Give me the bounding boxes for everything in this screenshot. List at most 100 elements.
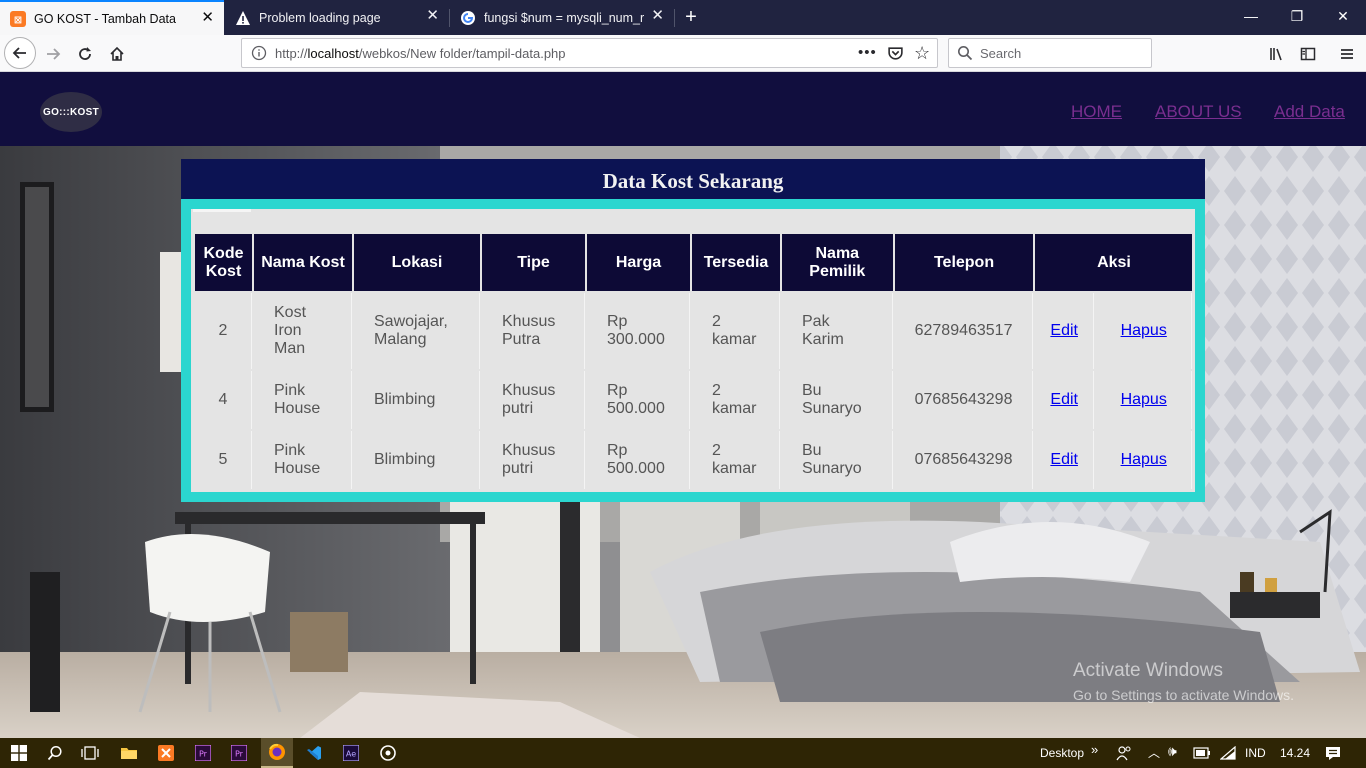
svg-text:⊠: ⊠ — [14, 15, 22, 26]
edit-link[interactable]: Edit — [1050, 391, 1078, 408]
forward-button[interactable] — [38, 39, 68, 69]
column-header-nama-pemilik: Nama Pemilik — [782, 234, 893, 291]
svg-text:Pr: Pr — [235, 750, 244, 759]
info-icon[interactable] — [251, 45, 267, 64]
library-icon — [1270, 48, 1282, 61]
back-button[interactable] — [4, 37, 36, 69]
chevron-up-icon[interactable]: ︿ — [1148, 744, 1160, 761]
column-header-nama-kost: Nama Kost — [254, 234, 352, 291]
search-icon[interactable] — [44, 743, 66, 763]
close-icon[interactable]: ✕ — [201, 10, 214, 26]
watermark-line-1: Activate Windows — [1073, 660, 1223, 681]
column-header-tersedia: Tersedia — [692, 234, 780, 291]
table-row: 4 Pink House Blimbing Khusus putri Rp 50… — [195, 371, 1193, 429]
windows-taskbar: Pr Pr Ae Desktop » ︿ 🕪 IND 14.24 — [0, 738, 1366, 768]
cell-tersedia: 2 kamar — [692, 431, 780, 489]
after-effects-icon[interactable]: Ae — [340, 743, 362, 763]
column-header-harga: Harga — [587, 234, 690, 291]
firefox-icon[interactable] — [261, 738, 293, 768]
site-header: GO:::KOST HOME ABOUT US Add Data — [0, 72, 1366, 146]
notification-center-icon[interactable] — [1322, 743, 1344, 763]
cell-tipe: Khusus Putra — [482, 293, 585, 369]
cell-hapus: Hapus — [1095, 293, 1193, 369]
edit-link[interactable]: Edit — [1050, 451, 1078, 468]
search-input[interactable]: Search — [980, 46, 1021, 61]
tab-title: fungsi $num = mysqli_num_ro — [484, 10, 644, 25]
table-row: 2 Kost Iron Man Sawojajar, Malang Khusus… — [195, 293, 1193, 369]
arrow-right-icon — [47, 48, 61, 60]
premiere-pro-icon[interactable]: Pr — [192, 743, 214, 763]
edit-link[interactable]: Edit — [1050, 322, 1078, 339]
svg-text:Pr: Pr — [199, 750, 208, 759]
web-page: GO:::KOST HOME ABOUT US Add Data Data Ko… — [0, 72, 1366, 738]
minimize-button[interactable]: — — [1228, 0, 1274, 32]
cell-nama-kost: Pink House — [254, 371, 352, 429]
clock[interactable]: 14.24 — [1280, 746, 1310, 760]
hapus-link[interactable]: Hapus — [1121, 322, 1167, 339]
sidebar-button[interactable] — [1293, 39, 1323, 69]
chevron-right-icon[interactable]: » — [1091, 742, 1098, 757]
cell-nama-kost: Kost Iron Man — [254, 293, 352, 369]
close-window-button[interactable]: ✕ — [1320, 0, 1366, 32]
tab-go-kost[interactable]: ⊠ GO KOST - Tambah Data ✕ — [0, 0, 224, 35]
new-tab-button[interactable]: + — [675, 0, 707, 35]
people-icon[interactable] — [1113, 743, 1135, 763]
nav-link-add-data[interactable]: Add Data — [1274, 102, 1345, 122]
cell-harga: Rp 500.000 — [587, 371, 690, 429]
go-kost-logo[interactable]: GO:::KOST — [40, 92, 102, 132]
cell-lokasi: Sawojajar, Malang — [354, 293, 480, 369]
desktop-toolbar-label[interactable]: Desktop — [1040, 746, 1084, 760]
watermark-line-2: Go to Settings to activate Windows. — [1073, 687, 1294, 703]
home-icon — [110, 46, 124, 61]
browser-navigation-bar: http://localhost/webkos/New folder/tampi… — [0, 35, 1366, 72]
task-view-icon[interactable] — [79, 743, 101, 763]
cell-edit: Edit — [1035, 431, 1094, 489]
table-top-strip — [193, 209, 251, 212]
warning-icon — [235, 10, 251, 26]
hapus-link[interactable]: Hapus — [1121, 451, 1167, 468]
premiere-pro-icon[interactable]: Pr — [228, 743, 250, 763]
cell-harga: Rp 500.000 — [587, 431, 690, 489]
cell-tipe: Khusus putri — [482, 371, 585, 429]
file-explorer-icon[interactable] — [118, 743, 140, 763]
vscode-icon[interactable] — [303, 743, 325, 763]
kost-data-table: Kode Kost Nama Kost Lokasi Tipe Harga Te… — [193, 232, 1194, 491]
hapus-link[interactable]: Hapus — [1121, 391, 1167, 408]
column-header-kode-kost: Kode Kost — [195, 234, 252, 291]
obs-icon[interactable] — [377, 743, 399, 763]
restore-button[interactable]: ❐ — [1274, 0, 1320, 32]
close-icon[interactable]: ✕ — [651, 8, 664, 24]
sidebar-icon — [1300, 47, 1316, 61]
home-button[interactable] — [102, 39, 132, 69]
tab-problem-loading[interactable]: Problem loading page ✕ — [225, 0, 449, 35]
cell-hapus: Hapus — [1095, 431, 1193, 489]
xampp-icon[interactable] — [155, 743, 177, 763]
page-actions-icon[interactable]: ••• — [858, 44, 877, 61]
windows-start-icon[interactable] — [8, 743, 30, 763]
table-frame: Kode Kost Nama Kost Lokasi Tipe Harga Te… — [181, 199, 1205, 502]
cell-telepon: 07685643298 — [894, 431, 1034, 489]
nav-link-about-us[interactable]: ABOUT US — [1155, 102, 1242, 122]
xampp-icon: ⊠ — [10, 10, 26, 27]
volume-icon[interactable]: 🕪 — [1168, 743, 1177, 760]
table-header-row: Kode Kost Nama Kost Lokasi Tipe Harga Te… — [195, 234, 1193, 291]
close-icon[interactable]: ✕ — [426, 8, 439, 24]
tab-fungsi-num[interactable]: fungsi $num = mysqli_num_ro ✕ — [450, 0, 674, 35]
wifi-icon[interactable] — [1217, 743, 1239, 763]
menu-button[interactable] — [1332, 39, 1362, 69]
language-indicator[interactable]: IND — [1245, 746, 1266, 760]
battery-icon[interactable] — [1191, 743, 1213, 763]
pocket-icon[interactable] — [887, 45, 904, 65]
url-bar[interactable]: http://localhost/webkos/New folder/tampi… — [241, 38, 938, 68]
nav-link-home[interactable]: HOME — [1071, 102, 1122, 122]
search-icon — [957, 45, 973, 64]
table-title: Data Kost Sekarang — [181, 159, 1205, 199]
cell-edit: Edit — [1035, 293, 1094, 369]
bookmark-star-icon[interactable]: ☆ — [914, 43, 930, 64]
library-button[interactable] — [1262, 39, 1292, 69]
browser-tab-bar: ⊠ GO KOST - Tambah Data ✕ Problem loadin… — [0, 0, 1366, 35]
search-bar[interactable]: Search — [948, 38, 1152, 68]
cell-kode: 2 — [195, 293, 252, 369]
reload-button[interactable] — [70, 39, 100, 69]
cell-tipe: Khusus putri — [482, 431, 585, 489]
